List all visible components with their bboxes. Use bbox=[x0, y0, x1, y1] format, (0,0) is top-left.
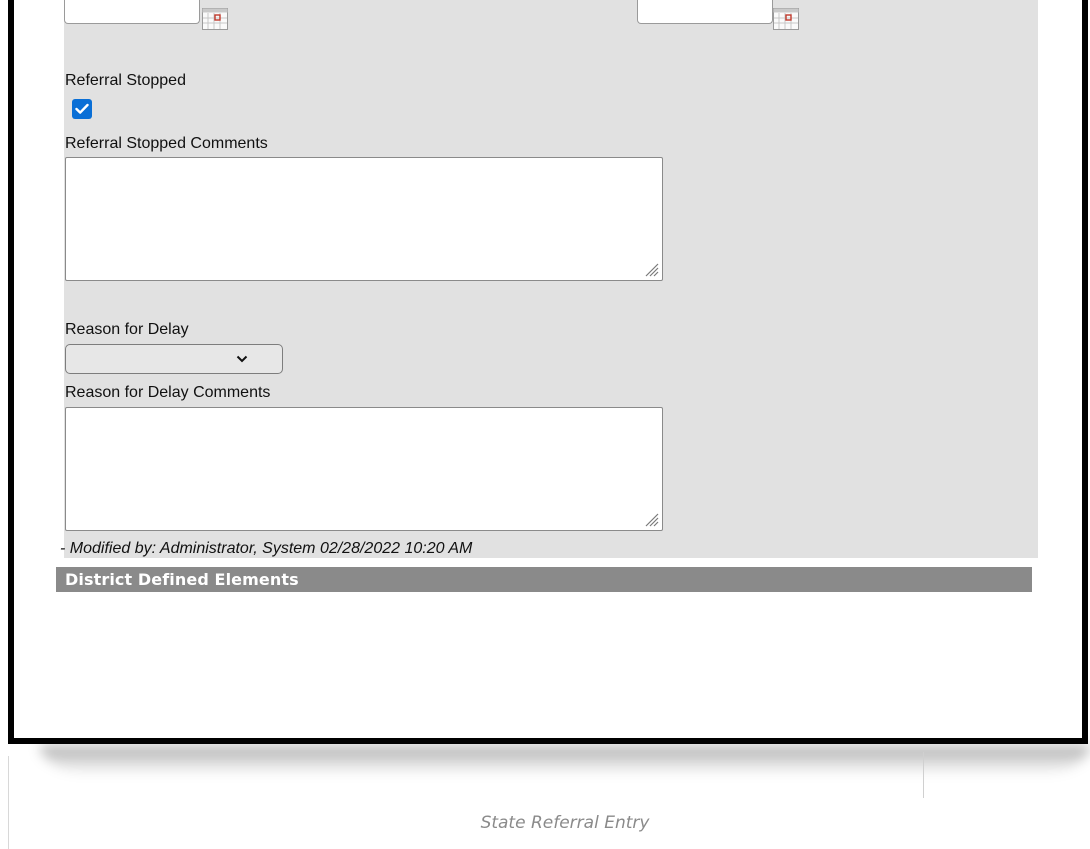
reason-for-delay-comments-textarea[interactable] bbox=[65, 407, 663, 531]
image-caption: State Referral Entry bbox=[480, 813, 650, 833]
resize-grip-icon[interactable] bbox=[645, 263, 659, 277]
reason-for-delay-select[interactable] bbox=[65, 344, 283, 374]
resize-grip-icon[interactable] bbox=[645, 513, 659, 527]
reason-for-delay-comments-label: Reason for Delay Comments bbox=[65, 384, 271, 401]
referral-stopped-checkbox[interactable] bbox=[72, 99, 92, 119]
chevron-down-icon bbox=[236, 355, 248, 363]
calendar-icon[interactable] bbox=[773, 8, 799, 30]
referral-stopped-label: Referral Stopped bbox=[65, 72, 186, 89]
date-input-right[interactable] bbox=[637, 0, 773, 24]
checkmark-icon bbox=[75, 103, 89, 114]
date-input-left[interactable] bbox=[64, 0, 200, 24]
divider bbox=[8, 756, 9, 849]
modified-by-text: - Modified by: Administrator, System 02/… bbox=[60, 540, 473, 557]
reason-for-delay-label: Reason for Delay bbox=[65, 321, 189, 338]
referral-stopped-comments-label: Referral Stopped Comments bbox=[65, 135, 268, 152]
calendar-icon[interactable] bbox=[202, 8, 228, 30]
referral-stopped-comments-textarea[interactable] bbox=[65, 157, 663, 281]
divider bbox=[923, 752, 924, 798]
window-shadow bbox=[40, 745, 1090, 775]
district-defined-elements-header[interactable]: District Defined Elements bbox=[56, 567, 1032, 592]
